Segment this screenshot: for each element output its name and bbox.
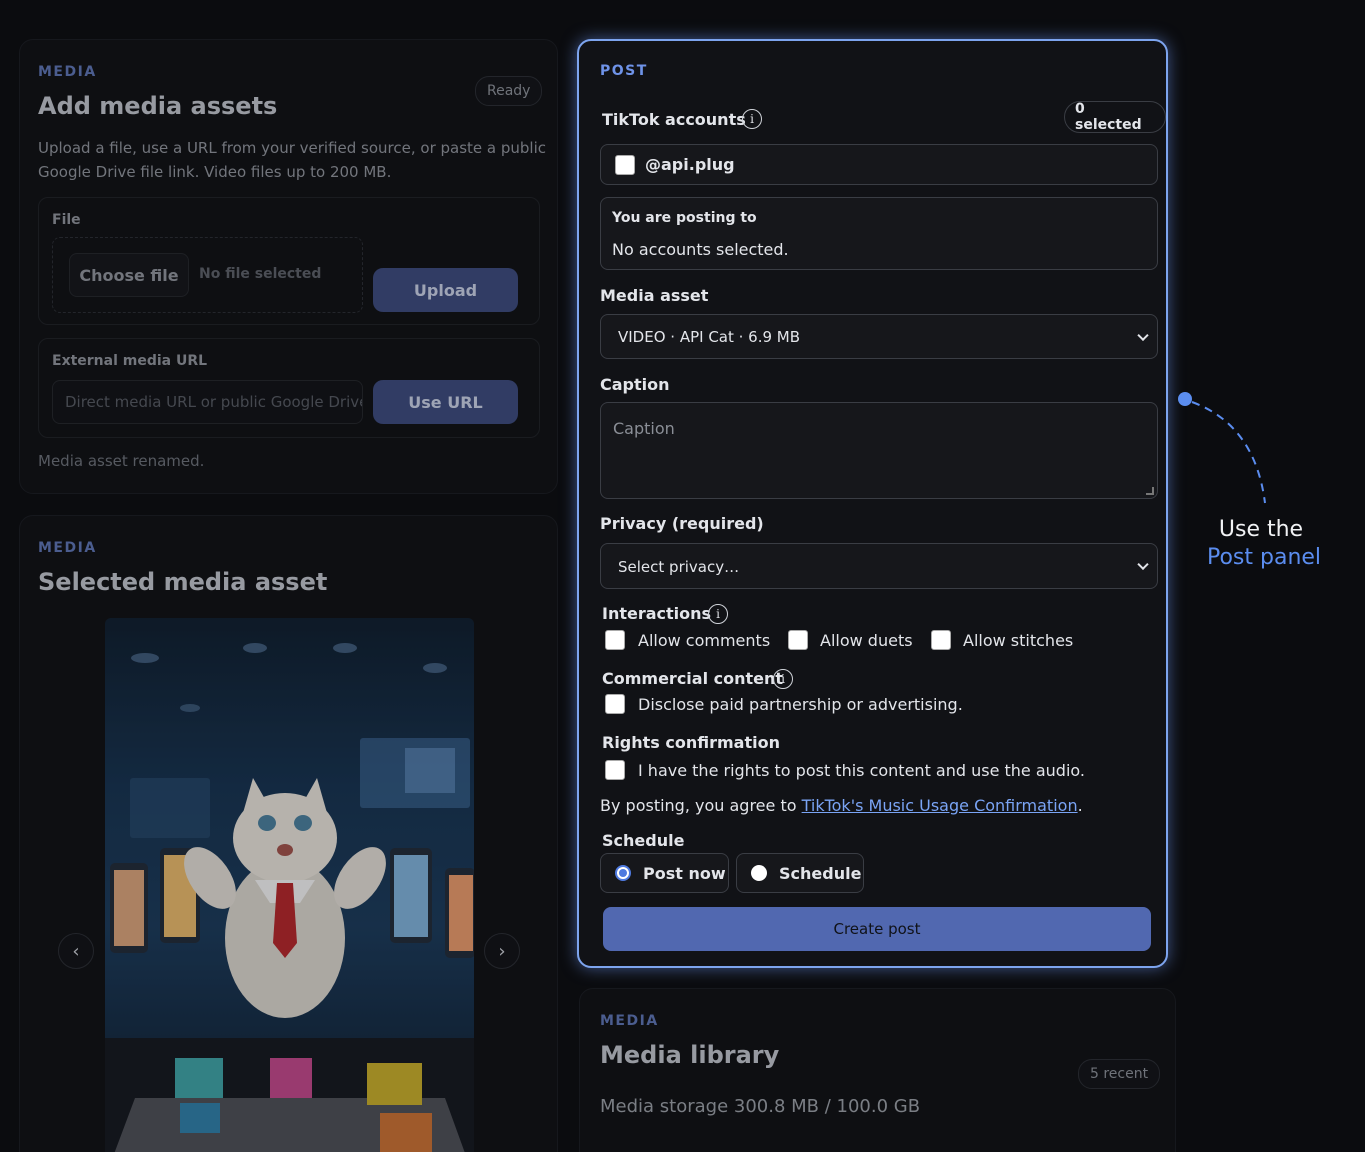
media-asset-value: VIDEO · API Cat · 6.9 MB	[618, 328, 801, 346]
rights-label: Rights confirmation	[602, 733, 780, 752]
caption-label: Caption	[600, 375, 670, 394]
add-media-description: Upload a file, use a URL from your verif…	[38, 139, 547, 181]
schedule-option[interactable]: Schedule	[736, 853, 864, 893]
interactions-label: Interactions	[602, 604, 712, 623]
allow-duets-checkbox[interactable]	[788, 630, 808, 650]
recent-badge: 5 recent	[1078, 1059, 1161, 1089]
rights-option-label: I have the rights to post this content a…	[638, 761, 1085, 780]
cat-illustration-icon	[105, 643, 474, 1152]
url-section: External media URL Direct media URL or p…	[38, 338, 540, 438]
schedule-label: Schedule	[602, 831, 685, 850]
resize-handle-icon[interactable]	[1146, 487, 1154, 495]
posting-to-box: You are posting to No accounts selected.	[600, 197, 1158, 270]
media-library-card: MEDIA Media library 5 recent Media stora…	[579, 988, 1176, 1152]
callout-line2: Post panel	[1206, 545, 1322, 570]
file-dropzone[interactable]: Choose file No file selected	[52, 237, 363, 313]
privacy-label: Privacy (required)	[600, 514, 764, 533]
chevron-down-icon	[1137, 558, 1149, 571]
posting-to-label: You are posting to	[612, 210, 757, 226]
carousel-prev-button[interactable]: ‹	[58, 933, 94, 969]
library-eyebrow: MEDIA	[600, 1013, 659, 1029]
status-message: Media asset renamed.	[38, 452, 205, 470]
add-media-eyebrow: MEDIA	[38, 64, 97, 80]
caption-input[interactable]: Caption	[600, 402, 1158, 499]
selected-media-title: Selected media asset	[38, 568, 328, 596]
accounts-info-icon[interactable]: i	[742, 109, 762, 129]
allow-stitches-checkbox[interactable]	[931, 630, 951, 650]
use-url-button[interactable]: Use URL	[373, 380, 518, 424]
rights-checkbox[interactable]	[605, 760, 625, 780]
create-post-button[interactable]: Create post	[603, 907, 1151, 951]
add-media-card: MEDIA Add media assets Ready Upload a fi…	[19, 39, 558, 494]
file-label: File	[52, 212, 81, 228]
account-option[interactable]: @api.plug	[600, 144, 1158, 185]
schedule-option-label: Schedule	[779, 863, 862, 883]
allow-duets-label: Allow duets	[820, 631, 913, 650]
url-label: External media URL	[52, 353, 208, 369]
callout-arrow-icon	[1178, 392, 1266, 504]
post-now-option[interactable]: Post now	[600, 853, 729, 893]
media-asset-select[interactable]: VIDEO · API Cat · 6.9 MB	[600, 314, 1158, 359]
commercial-info-icon[interactable]: i	[773, 669, 793, 689]
commercial-option-label: Disclose paid partnership or advertising…	[638, 695, 963, 714]
commercial-checkbox[interactable]	[605, 694, 625, 714]
commercial-label: Commercial content	[602, 669, 784, 688]
post-eyebrow: POST	[600, 63, 648, 79]
selected-media-eyebrow: MEDIA	[38, 540, 97, 556]
agreement-suffix: .	[1077, 796, 1083, 815]
posting-to-value: No accounts selected.	[612, 240, 789, 259]
schedule-radio[interactable]	[751, 865, 767, 881]
allow-comments-checkbox[interactable]	[605, 630, 625, 650]
chevron-down-icon	[1137, 329, 1149, 341]
privacy-value: Select privacy…	[618, 558, 740, 576]
url-input[interactable]: Direct media URL or public Google Drive …	[52, 380, 363, 424]
file-section: File Choose file No file selected Upload	[38, 197, 540, 325]
selected-count-badge: 0 selected	[1064, 101, 1166, 133]
library-title: Media library	[600, 1041, 780, 1069]
allow-stitches-label: Allow stitches	[963, 631, 1074, 650]
music-usage-link[interactable]: TikTok's Music Usage Confirmation	[802, 796, 1078, 815]
account-handle: @api.plug	[645, 155, 735, 174]
no-file-text: No file selected	[199, 266, 322, 282]
media-preview-image	[105, 618, 474, 1152]
caption-placeholder: Caption	[613, 419, 675, 438]
add-media-title: Add media assets	[38, 92, 278, 120]
upload-button[interactable]: Upload	[373, 268, 518, 312]
choose-file-button[interactable]: Choose file	[69, 253, 189, 297]
agreement-text: By posting, you agree to TikTok's Music …	[600, 796, 1083, 815]
selected-media-card: MEDIA Selected media asset ‹ ›	[19, 515, 558, 1152]
account-checkbox[interactable]	[615, 155, 635, 175]
status-badge: Ready	[475, 76, 543, 106]
carousel-next-button[interactable]: ›	[484, 933, 520, 969]
agreement-prefix: By posting, you agree to	[600, 796, 802, 815]
post-now-radio[interactable]	[615, 865, 631, 881]
post-panel: POST TikTok accounts i 0 selected @api.p…	[577, 39, 1168, 968]
allow-comments-label: Allow comments	[638, 631, 771, 650]
privacy-select[interactable]: Select privacy…	[600, 543, 1158, 589]
callout-line1: Use the	[1218, 517, 1304, 542]
interactions-info-icon[interactable]: i	[708, 604, 728, 624]
post-now-label: Post now	[643, 863, 726, 883]
accounts-label: TikTok accounts	[602, 110, 746, 129]
media-asset-label: Media asset	[600, 286, 709, 305]
storage-text: Media storage 300.8 MB / 100.0 GB	[600, 1096, 921, 1117]
